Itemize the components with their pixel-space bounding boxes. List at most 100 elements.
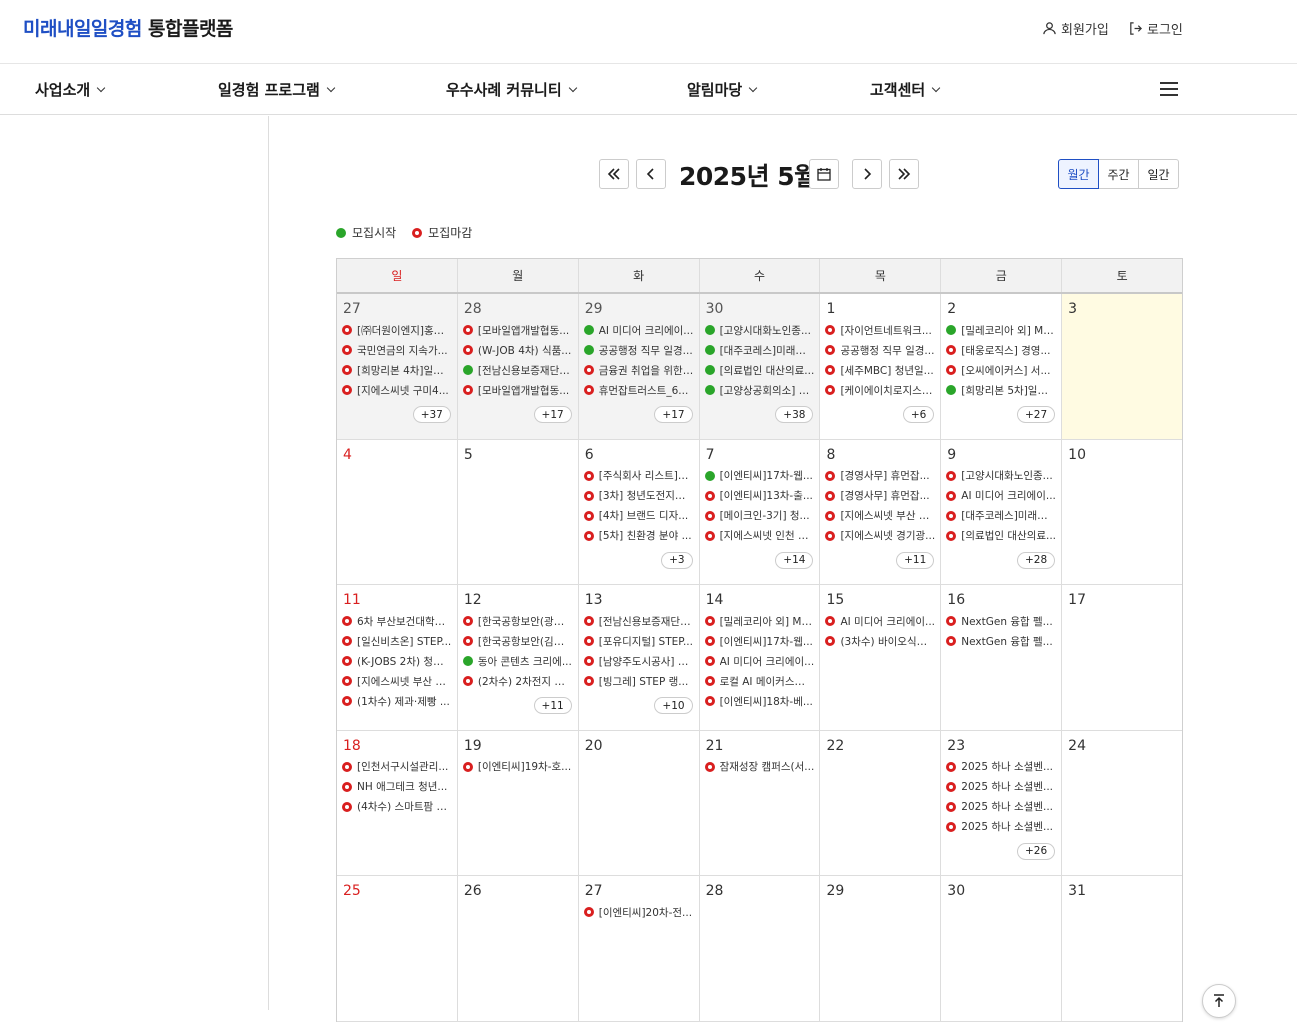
calendar-event[interactable]: [한국공항보안(김포... — [462, 631, 573, 651]
calendar-event[interactable]: [이엔티씨]18차-베... — [704, 691, 815, 711]
calendar-day-cell[interactable]: 30 [고양시대화노인종... [대주코레스]미래내... [의료법인 대산의료...… — [699, 294, 821, 439]
calendar-event[interactable]: 2025 하나 소셜벤... — [946, 757, 1056, 777]
calendar-day-cell[interactable]: 16 NextGen 융합 펠... NextGen 융합 펠... — [941, 585, 1063, 730]
calendar-event[interactable]: [경영사무] 휴먼잡... — [825, 466, 935, 486]
calendar-day-cell[interactable]: 8 [경영사무] 휴먼잡... [경영사무] 휴먼잡... [지에스씨넷 부산 4..… — [820, 439, 942, 584]
more-events-button[interactable]: +14 — [775, 551, 814, 569]
more-events-button[interactable]: +11 — [533, 697, 572, 714]
calendar-event[interactable]: [세주MBC] 청년일... — [825, 360, 935, 380]
calendar-event[interactable]: 2025 하나 소셜벤... — [946, 777, 1056, 797]
prev-year-button[interactable] — [599, 159, 629, 189]
more-events-button[interactable]: +10 — [654, 697, 693, 714]
calendar-day-cell[interactable]: 19 [이엔티씨]19차-호... — [458, 730, 579, 875]
calendar-day-cell[interactable]: 11 6차 부산보건대학교... [일신비츠온] STEP... (K-JOBS 2차… — [337, 585, 458, 730]
calendar-event[interactable]: [대주코레스]미래내... — [704, 340, 814, 360]
calendar-event[interactable]: [이엔티씨]13차-출... — [704, 486, 815, 506]
calendar-event[interactable]: [모바일앱개발협동... — [462, 380, 573, 400]
calendar-event[interactable]: [이엔티씨]17차-웹... — [704, 631, 815, 651]
calendar-event[interactable]: 공공행정 직무 일경... — [583, 340, 694, 360]
calendar-event[interactable]: 금융권 취업을 위한 ... — [583, 360, 694, 380]
nav-community[interactable]: 우수사례 커뮤니티 — [446, 79, 577, 100]
calendar-day-cell[interactable]: 1 [자이언트네트워크... 공공행정 직무 일경... [세주MBC] 청년일...… — [820, 294, 942, 439]
calendar-event[interactable]: NextGen 융합 펠... — [946, 611, 1056, 631]
calendar-day-cell[interactable]: 20 — [579, 730, 700, 875]
calendar-event[interactable]: [대주코레스]미래내... — [946, 506, 1056, 526]
calendar-event[interactable]: AI 미디어 크리에이... — [583, 320, 694, 340]
calendar-event[interactable]: [밀레코리아 외] My... — [946, 320, 1056, 340]
calendar-event[interactable]: 로컬 AI 메이커스랩 ... — [704, 671, 814, 691]
calendar-event[interactable]: [고양시대화노인종... — [946, 466, 1056, 486]
calendar-event[interactable]: (1차수) 제과·제빵 ... — [342, 691, 452, 711]
calendar-day-cell[interactable]: 24 — [1062, 731, 1182, 876]
calendar-event[interactable]: [4차] 브랜드 디자... — [583, 506, 694, 526]
calendar-day-cell[interactable]: 26 — [458, 876, 579, 1021]
calendar-event[interactable]: 휴먼잡트러스트_6... — [583, 380, 694, 400]
more-events-button[interactable]: +38 — [775, 406, 814, 423]
calendar-event[interactable]: [포유디지털] STEP... — [583, 631, 694, 651]
calendar-day-cell[interactable]: 27 [㈜더원이엔지]홍성... 국민연금의 지속가... [희망리본 4차]일반..… — [337, 294, 458, 439]
calendar-event[interactable]: [경영사무] 휴먼잡... — [825, 486, 935, 506]
calendar-event[interactable]: [한국공항보안(광주... — [462, 611, 573, 631]
calendar-event[interactable]: (K-JOBS 2차) 청년... — [342, 651, 452, 671]
calendar-event[interactable]: [이엔티씨]19차-호... — [462, 757, 573, 777]
calendar-event[interactable]: 2025 하나 소셜벤... — [946, 797, 1056, 817]
calendar-event[interactable]: [지에스씨넷 구미4... — [342, 380, 452, 400]
calendar-event[interactable]: [이엔티씨]20차-전... — [583, 902, 694, 922]
calendar-event[interactable]: [주식회사 리스트]2... — [583, 466, 694, 486]
calendar-event[interactable]: NextGen 융합 펠... — [946, 631, 1056, 651]
site-logo[interactable]: 미래내일일경험 통합플랫폼 — [23, 14, 233, 41]
more-events-button[interactable]: +17 — [533, 406, 572, 423]
more-events-button[interactable]: +37 — [412, 406, 451, 423]
scroll-top-button[interactable] — [1202, 984, 1236, 1018]
calendar-day-cell[interactable]: 12 [한국공항보안(광주... [한국공항보안(김포... 동아 콘텐츠 크리에..… — [458, 585, 579, 730]
calendar-event[interactable]: 공공행정 직무 일경... — [825, 340, 935, 360]
calendar-event[interactable]: AI 미디어 크리에이... — [946, 486, 1056, 506]
view-week-button[interactable]: 주간 — [1098, 159, 1139, 189]
calendar-event[interactable]: (W-JOB 4차) 식품... — [462, 340, 573, 360]
more-events-button[interactable]: +3 — [661, 551, 693, 569]
calendar-event[interactable]: NH 애그테크 청년... — [342, 777, 452, 797]
calendar-day-cell[interactable]: 5 — [458, 439, 579, 584]
calendar-event[interactable]: [지에스씨넷 부산 6... — [342, 671, 452, 691]
calendar-day-cell[interactable]: 6 [주식회사 리스트]2... [3차] 청년도전지원... [4차] 브랜드 디자… — [579, 439, 700, 584]
calendar-day-cell[interactable]: 25 — [337, 876, 458, 1021]
calendar-event[interactable]: [남양주도시공사] S... — [583, 651, 694, 671]
calendar-day-cell[interactable]: 28 — [700, 876, 821, 1021]
calendar-event[interactable]: [3차] 청년도전지원... — [583, 486, 694, 506]
calendar-day-cell[interactable]: 10 — [1062, 440, 1182, 585]
calendar-event[interactable]: (3차수) 바이오식품... — [825, 631, 935, 651]
date-picker-button[interactable] — [809, 159, 839, 189]
next-year-button[interactable] — [889, 159, 919, 189]
calendar-day-cell[interactable]: 29 AI 미디어 크리에이... 공공행정 직무 일경... 금융권 취업을 위한 … — [578, 294, 700, 439]
view-day-button[interactable]: 일간 — [1138, 159, 1179, 189]
calendar-event[interactable]: [전남신용보증재단]... — [583, 611, 694, 631]
calendar-event[interactable]: [의료법인 대산의료... — [704, 360, 815, 380]
calendar-event[interactable]: [밀레코리아 외] My... — [704, 611, 814, 631]
calendar-day-cell[interactable]: 17 — [1062, 585, 1182, 730]
calendar-event[interactable]: 2025 하나 소셜벤... — [946, 817, 1056, 837]
calendar-event[interactable]: [오씨에이커스] 서... — [946, 360, 1056, 380]
calendar-event[interactable]: [자이언트네트워크... — [825, 320, 935, 340]
calendar-day-cell[interactable]: 4 — [337, 439, 458, 584]
calendar-event[interactable]: (2차수) 2차전지 일... — [462, 671, 573, 691]
calendar-day-cell[interactable]: 2 [밀레코리아 외] My... [태웅로직스] 경영... [오씨에이커스] 서.… — [941, 294, 1063, 439]
calendar-event[interactable]: [메이크인-3기] 청... — [704, 506, 815, 526]
calendar-day-cell[interactable]: 21 잠재성장 캠퍼스(서... — [700, 730, 821, 875]
calendar-event[interactable]: [의료법인 대산의료... — [946, 526, 1056, 546]
calendar-event[interactable]: 국민연금의 지속가... — [342, 340, 452, 360]
calendar-event[interactable]: [케이에이치로지스]... — [825, 380, 935, 400]
next-month-button[interactable] — [852, 159, 882, 189]
menu-icon[interactable] — [1160, 82, 1178, 96]
calendar-day-cell[interactable]: 9 [고양시대화노인종... AI 미디어 크리에이... [대주코레스]미래내...… — [941, 439, 1063, 584]
calendar-event[interactable]: 잠재성장 캠퍼스(서... — [704, 757, 815, 777]
signup-link[interactable]: 회원가입 — [1042, 19, 1109, 38]
calendar-day-cell[interactable]: 28 [모바일앱개발협동... (W-JOB 4차) 식품... [전남신용보증재단]… — [457, 294, 579, 439]
calendar-event[interactable]: [태웅로직스] 경영... — [946, 340, 1056, 360]
calendar-day-cell[interactable]: 7 [이엔티씨]17차-웹... [이엔티씨]13차-출... [메이크인-3기] 청… — [700, 439, 821, 584]
calendar-day-cell[interactable]: 31 — [1062, 876, 1182, 1021]
calendar-day-cell[interactable]: 13 [전남신용보증재단]... [포유디지털] STEP... [남양주도시공사] … — [579, 585, 700, 730]
login-link[interactable]: 로그인 — [1128, 19, 1183, 38]
calendar-event[interactable]: [인천서구시설관리... — [342, 757, 452, 777]
calendar-day-cell[interactable]: 23 2025 하나 소셜벤... 2025 하나 소셜벤... 2025 하나 소셜… — [941, 730, 1063, 875]
nav-support[interactable]: 고객센터 — [870, 79, 941, 100]
